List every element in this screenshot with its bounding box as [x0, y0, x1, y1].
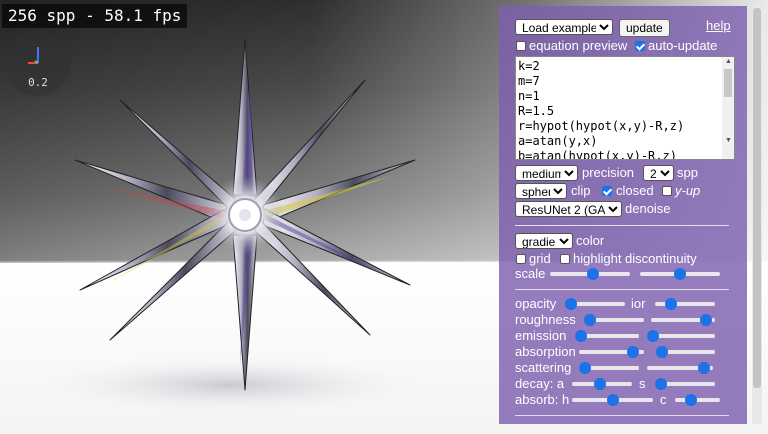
scale-slider-2[interactable]: [640, 268, 720, 280]
page-scrollbar[interactable]: [752, 6, 762, 424]
absorb-label: absorb: h: [515, 392, 570, 407]
fps-counter: 256 spp - 58.1 fps: [2, 4, 188, 28]
absorb-h-slider-knob[interactable]: [606, 394, 619, 406]
absorb-h-slider[interactable]: [572, 394, 653, 406]
ior-label: ior: [631, 296, 646, 311]
roughness-slider-2-knob[interactable]: [700, 314, 713, 326]
scattering-slider-1-knob[interactable]: [579, 362, 591, 374]
clip-select[interactable]: sphere: [515, 183, 567, 199]
color-select[interactable]: gradient: [515, 233, 573, 249]
divider: [515, 289, 729, 290]
roughness-slider-2[interactable]: [651, 314, 715, 326]
denoise-label: denoise: [625, 201, 671, 216]
emission-slider-1-knob[interactable]: [575, 330, 587, 342]
spp-label: spp: [677, 165, 698, 180]
equation-editor[interactable]: k=2 m=7 n=1 R=1.5 r=hypot(hypot(x,y)-R,z…: [515, 56, 735, 160]
absorption-slider-1[interactable]: [579, 346, 644, 358]
decay-s-slider-knob[interactable]: [655, 378, 667, 390]
emission-slider-2-knob[interactable]: [647, 330, 659, 342]
scattering-slider-2-knob[interactable]: [698, 362, 711, 374]
axis-gizmo[interactable]: 0.2: [5, 30, 71, 96]
grid-label: grid: [529, 251, 551, 266]
y-up-label: y-up: [675, 183, 701, 198]
scroll-up-icon[interactable]: ▲: [725, 58, 732, 65]
highlight-discontinuity-label: highlight discontinuity: [573, 251, 697, 266]
decay-s-slider[interactable]: [655, 378, 715, 390]
roughness-slider-1-knob[interactable]: [584, 314, 596, 326]
scale-slider-2-knob[interactable]: [674, 268, 686, 280]
opacity-slider[interactable]: [565, 298, 625, 310]
scale-slider-1[interactable]: [550, 268, 630, 280]
absorb-c-slider[interactable]: [675, 394, 720, 406]
auto-update-checkbox[interactable]: [635, 41, 645, 51]
control-panel: Load example... update help equation pre…: [499, 6, 747, 424]
clip-label: clip: [571, 183, 591, 198]
denoise-select[interactable]: ResUNet 2 (GAN): [515, 201, 622, 217]
absorption-slider-2-knob[interactable]: [656, 346, 668, 358]
divider: [515, 415, 729, 416]
absorption-label: absorption: [515, 344, 576, 359]
decay-s-label: s: [639, 376, 646, 391]
precision-select[interactable]: medium: [515, 165, 578, 181]
highlight-discontinuity-checkbox[interactable]: [560, 254, 570, 264]
closed-label: closed: [616, 183, 654, 198]
decay-label: decay: a: [515, 376, 565, 391]
spp-select[interactable]: 2⁸: [643, 165, 674, 181]
absorption-slider-2[interactable]: [656, 346, 715, 358]
editor-scrollbar-thumb[interactable]: [724, 69, 732, 97]
scattering-slider-1[interactable]: [579, 362, 639, 374]
equation-preview-label: equation preview: [529, 38, 628, 53]
divider: [515, 225, 729, 226]
y-up-checkbox[interactable]: [662, 186, 672, 196]
scale-label: scale: [515, 266, 546, 281]
decay-a-slider-knob[interactable]: [593, 378, 606, 390]
emission-slider-2[interactable]: [647, 330, 715, 342]
absorb-c-label: c: [660, 392, 667, 407]
editor-scrollbar[interactable]: ▲ ▼: [722, 57, 734, 159]
equation-preview-checkbox[interactable]: [516, 41, 526, 51]
opacity-slider-knob[interactable]: [565, 298, 577, 310]
update-button[interactable]: update: [619, 19, 670, 37]
absorption-slider-1-knob[interactable]: [626, 346, 639, 358]
scattering-label: scattering: [515, 360, 572, 375]
equation-code[interactable]: k=2 m=7 n=1 R=1.5 r=hypot(hypot(x,y)-R,z…: [518, 59, 684, 159]
decay-a-slider[interactable]: [572, 378, 632, 390]
scale-slider-1-knob[interactable]: [587, 268, 600, 280]
roughness-label: roughness: [515, 312, 576, 327]
opacity-label: opacity: [515, 296, 557, 311]
ior-slider[interactable]: [655, 298, 715, 310]
load-example-select[interactable]: Load example...: [515, 19, 613, 35]
grid-checkbox[interactable]: [516, 254, 526, 264]
closed-checkbox[interactable]: [602, 186, 612, 196]
help-link[interactable]: help: [706, 18, 731, 33]
scroll-down-icon[interactable]: ▼: [725, 137, 732, 144]
roughness-slider-1[interactable]: [584, 314, 644, 326]
absorb-c-slider-knob[interactable]: [684, 394, 697, 406]
axis-scale-label: 0.2: [28, 76, 48, 89]
ior-slider-knob[interactable]: [664, 298, 677, 310]
page-scrollbar-thumb[interactable]: [753, 8, 761, 388]
scattering-slider-2[interactable]: [647, 362, 713, 374]
emission-label: emission: [515, 328, 567, 343]
emission-slider-1[interactable]: [575, 330, 639, 342]
auto-update-label: auto-update: [648, 38, 718, 53]
color-label: color: [576, 233, 605, 248]
precision-label: precision: [582, 165, 635, 180]
